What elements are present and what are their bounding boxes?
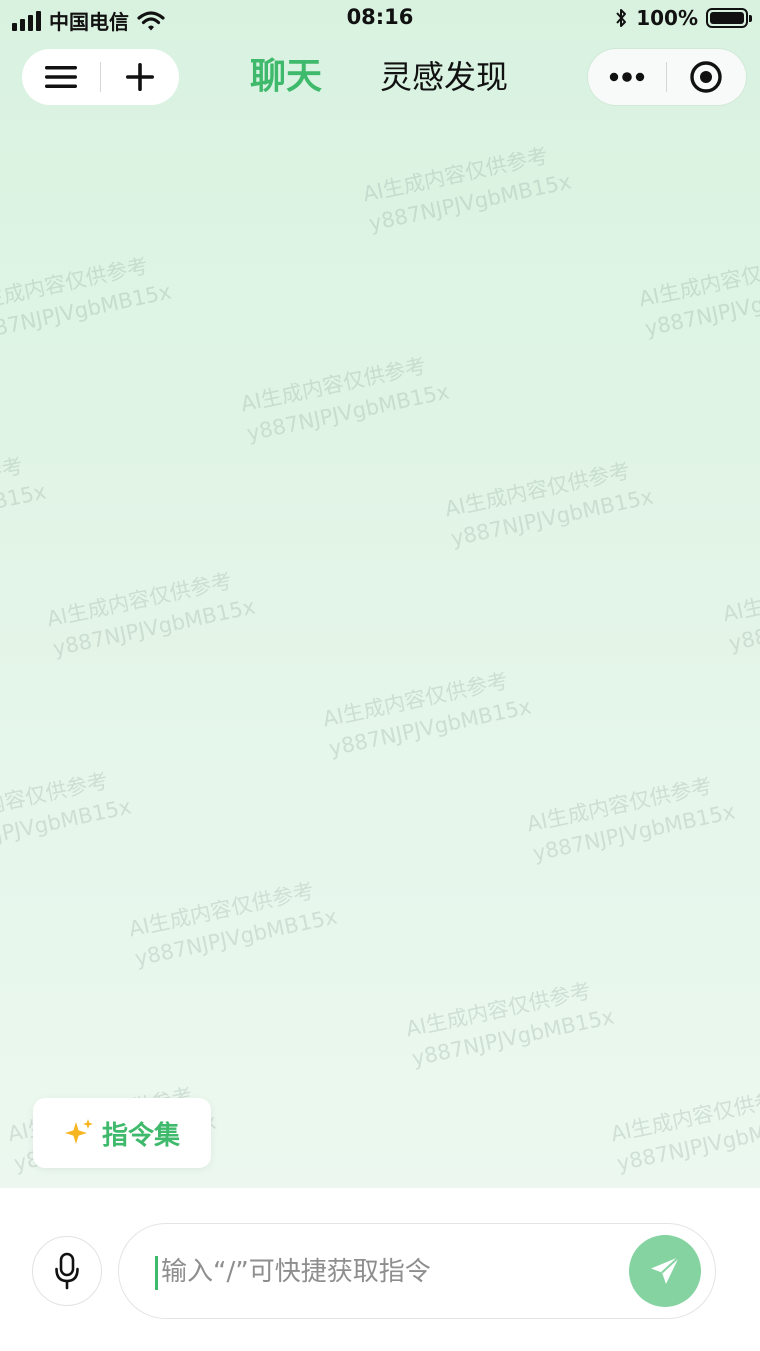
menu-icon: [45, 66, 77, 88]
nav-left-capsule: [22, 49, 179, 105]
close-mini-program-button[interactable]: [667, 49, 745, 105]
watermark: AI生成内容仅供参考y887NJPJVgbMB15x: [524, 773, 738, 866]
more-button[interactable]: [588, 49, 666, 105]
watermark: AI生成内容仅供参考y887NJPJVgbMB15x: [44, 568, 258, 661]
watermark: AI生成内容仅供参考y887NJPJVgbMB15x: [0, 453, 49, 546]
watermark: AI生成内容仅供参考y887NJPJVgbMB15x: [0, 768, 134, 861]
message-input-box[interactable]: [118, 1223, 716, 1320]
send-button[interactable]: [629, 1235, 701, 1307]
watermark: AI生成内容仅供参考y887NJPJVgbMB15x: [0, 253, 174, 346]
battery-percent: 100%: [636, 6, 698, 30]
battery-fill: [710, 12, 744, 24]
command-set-button[interactable]: 指令集: [33, 1098, 211, 1168]
watermark: AI生成内容仅供参考y887NJPJVgbMB15x: [720, 563, 760, 656]
bottom-input-bar: [0, 1188, 760, 1351]
status-right: 100%: [614, 6, 752, 30]
watermark: AI生成内容仅供参考y887NJPJVgbMB15x: [238, 353, 452, 446]
plus-icon: [126, 63, 154, 91]
watermark: AI生成内容仅供参考y887NJPJVgbMB15x: [442, 458, 656, 551]
more-icon: [609, 72, 645, 82]
mini-program-capsule: [588, 49, 746, 105]
watermark: AI生成内容仅供参考y887NJPJVgbMB15x: [636, 248, 760, 341]
watermark: AI生成内容仅供参考y887NJPJVgbMB15x: [608, 1083, 760, 1176]
command-set-label: 指令集: [101, 1120, 180, 1151]
microphone-icon: [55, 1252, 79, 1290]
new-chat-button[interactable]: [101, 49, 179, 105]
status-bar: 中国电信 08:16 100%: [0, 0, 760, 38]
watermark: AI生成内容仅供参考y887NJPJVgbMB15x: [126, 878, 340, 971]
tab-inspiration[interactable]: 灵感发现: [380, 52, 508, 102]
sparkle-icon: [64, 1119, 93, 1144]
bluetooth-icon: [616, 9, 627, 27]
watermark: AI生成内容仅供参考y887NJPJVgbMB15x: [403, 978, 617, 1071]
text-caret: [155, 1256, 158, 1290]
watermark: AI生成内容仅供参考y887NJPJVgbMB15x: [360, 143, 574, 236]
tab-chat[interactable]: 聊天: [250, 52, 322, 102]
send-icon: [651, 1256, 680, 1284]
target-icon: [690, 61, 722, 93]
menu-button[interactable]: [22, 49, 100, 105]
battery-icon: [706, 8, 752, 28]
message-input[interactable]: [159, 1224, 623, 1320]
voice-input-button[interactable]: [32, 1236, 102, 1306]
watermark: AI生成内容仅供参考y887NJPJVgbMB15x: [320, 668, 534, 761]
